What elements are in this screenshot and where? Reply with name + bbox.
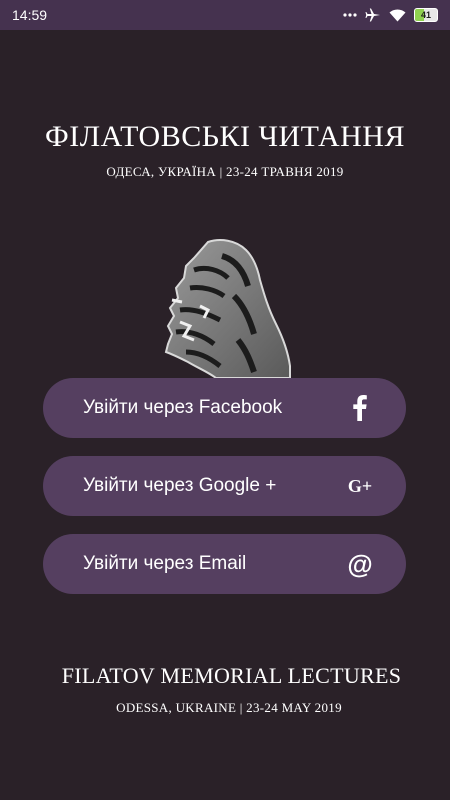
google-login-button[interactable]: Увійти через Google + G+ <box>43 456 406 516</box>
facebook-login-button[interactable]: Увійти через Facebook <box>43 378 406 438</box>
page-subtitle: ОДЕСА, УКРАЇНА | 23-24 ТРАВНЯ 2019 <box>106 164 344 179</box>
dots-icon <box>343 12 357 18</box>
google-login-label: Увійти через Google + <box>83 475 277 496</box>
at-icon: @ <box>347 548 373 579</box>
battery-icon: 41 <box>414 8 438 22</box>
facebook-login-label: Увійти через Facebook <box>83 397 283 418</box>
footer-title: FILATOV MEMORIAL LECTURES <box>61 663 402 688</box>
wifi-icon <box>389 9 406 22</box>
portrait-logo <box>150 236 300 379</box>
status-time: 14:59 <box>12 7 48 23</box>
status-bar: 14:59 41 <box>0 0 450 30</box>
page-title: ФІЛАТОВСЬКІ ЧИТАННЯ <box>45 120 405 153</box>
status-icons: 41 <box>343 8 438 22</box>
email-login-button[interactable]: Увійти через Email @ <box>43 534 406 594</box>
airplane-icon <box>365 8 381 22</box>
google-plus-icon: G+ <box>347 475 373 496</box>
facebook-icon <box>346 394 374 422</box>
email-login-label: Увійти через Email <box>83 553 247 574</box>
footer-subtitle: ODESSA, UKRAINE | 23-24 MAY 2019 <box>116 700 342 715</box>
battery-level: 41 <box>420 10 431 20</box>
